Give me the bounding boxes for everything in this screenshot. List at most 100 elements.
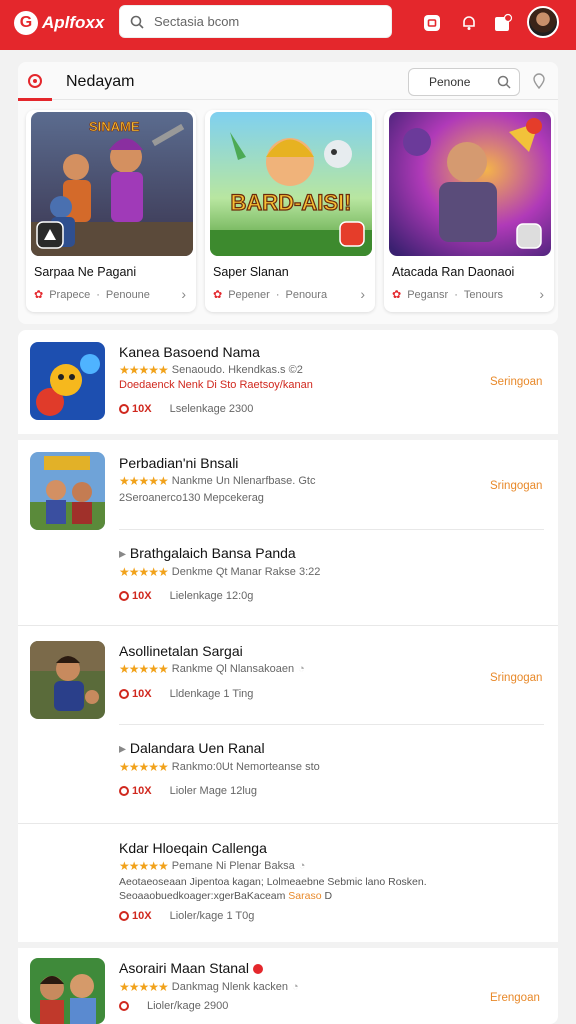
list-item[interactable]: ▸ Brathgalaich Bansa Panda ★★★★★ Denkme … [18,530,558,622]
search-bar[interactable] [119,5,392,38]
app-size: Lioler Mage 12lug [169,785,258,797]
list-item[interactable]: Asorairi Maan Stanal ★★★★★ Dankmag Nlenk… [18,948,558,1024]
featured-card[interactable]: Atacada Ran Daonaoi ✿ Pegansr · Tenours … [384,110,554,312]
square-icon[interactable] [421,12,443,34]
app-stats: 10X Lselenkage 2300 [119,403,253,415]
tab-indicator [18,98,52,101]
search-icon [130,15,144,29]
app-name: Perbadian'ni Bnsali [119,455,239,471]
app-size: Lioler/kage 2900 [147,1000,229,1012]
app-name: Kanea Basoend Nama [119,344,260,360]
play-icon: ▸ [119,545,130,561]
app-subline: 2Seroanerco130 Mepcekerag [119,492,264,504]
app-stats: 10X Lielenkage 12:0g [119,590,253,602]
list-item[interactable]: Kdar Hloeqain Callenga ★★★★★ Pemane Ni P… [18,824,558,940]
search-input[interactable] [154,14,374,29]
install-button[interactable]: Sringogan [490,480,542,492]
download-value: 10X [132,910,152,922]
verified-icon: ◔ [298,860,306,872]
top-bar: G Aplfoxx [0,0,576,50]
rating-text: Pemane Ni Plenar Baksa [171,860,295,872]
tab-featured[interactable] [18,62,52,100]
rating-text: Denkme Qt Manar Rakse 3:22 [171,566,321,578]
app-description: Aeotaeoseaan Jipentoa kagan; Lolmeaebne … [119,876,427,888]
bookmark-icon[interactable] [492,12,514,34]
flower-icon: ✿ [392,289,402,301]
download-count: 10X [119,403,152,415]
desc-highlight: Saraso [288,890,322,902]
featured-card[interactable]: SINAME Sarpaa Ne Pagani ✿ Prapece · Peno… [26,110,196,312]
card-meta: ✿ Prapece · Penoune [34,288,150,302]
pin-icon[interactable] [532,73,546,94]
list-item[interactable]: Kanea Basoend Nama ★★★★★ Senaoudo. Hkend… [18,330,558,434]
rating-text: Rankmo:0Ut Nemorteanse sto [171,761,320,773]
desc-prefix: Seoaaobuedkoager:xgerBaKaceam [119,890,286,902]
app-rating: ★★★★★ Rankmo:0Ut Nemorteanse sto [119,760,320,774]
chevron-right-icon[interactable]: › [360,286,365,302]
app-size: Lldenkage 1 Ting [169,688,254,700]
app-name: Aplfoxx [42,13,105,32]
list-item[interactable]: ▸ Dalandara Uen Ranal ★★★★★ Rankmo:0Ut N… [18,725,558,823]
download-value: 10X [132,785,152,797]
star-rating-icon: ★★★★★ [119,565,169,579]
download-icon [119,786,129,796]
app-icon [30,452,105,530]
app-icon [30,641,105,719]
download-count: 10X [119,785,152,797]
chevron-right-icon[interactable]: › [181,286,186,302]
filter-label: Penone [429,75,471,89]
game-art: SINAME [31,112,193,256]
rating-text: Rankme Ql Nlansakoaen [171,663,295,675]
card-meta: ✿ Pepener · Penoura [213,288,327,302]
app-list: Kanea Basoend Nama ★★★★★ Senaoudo. Hkend… [18,330,558,1024]
play-icon: ▸ [119,740,130,756]
app-rating: ★★★★★ Denkme Qt Manar Rakse 3:22 [119,565,320,579]
app-rating: ★★★★★ Dankmag Nlenk kacken ◔ [119,980,299,994]
list-item[interactable]: Perbadian'ni Bnsali ★★★★★ Nankme Un Nlen… [18,440,558,530]
chevron-right-icon[interactable]: › [539,286,544,302]
app-icon [30,342,105,420]
card-meta-right: Tenours [463,288,504,301]
verified-icon: ◔ [291,981,299,993]
app-subline: Doedaenck Nenk Di Sto Raetsoy/kanan [119,379,313,391]
app-stats: Lioler/kage 2900 [119,1000,228,1012]
target-icon [28,74,42,88]
card-meta-right: Penoune [105,288,150,301]
verified-icon: ◔ [298,663,305,675]
app-rating: ★★★★★ Pemane Ni Plenar Baksa ◔ [119,859,305,873]
art-title: BARD-AISI! [231,190,352,215]
install-button[interactable]: Sringogan [490,672,542,684]
app-rating: ★★★★★ Rankme Ql Nlansakoaen ◔ [119,662,305,676]
card-meta-left: Prapece [49,288,91,301]
user-avatar[interactable] [527,6,559,38]
bell-icon[interactable] [458,12,480,34]
download-count: 10X [119,910,152,922]
download-icon [119,911,129,921]
search-icon [497,75,511,89]
filter-button[interactable]: Penone [408,68,520,96]
desc-suffix: D [324,890,333,902]
app-size: Lielenkage 12:0g [169,590,254,602]
download-count: 10X [119,590,152,602]
meta-separator: · [96,288,100,301]
app-logo[interactable]: G Aplfoxx [14,11,104,35]
featured-card[interactable]: BARD-AISI! Saper Slanan ✿ Pepener · Peno… [205,110,375,312]
app-name: ▸ Brathgalaich Bansa Panda [119,545,296,562]
app-name: Asollinetalan Sargai [119,643,243,659]
app-name-text: Asorairi Maan Stanal [119,960,249,976]
download-value: 10X [132,403,152,415]
install-button[interactable]: Seringoan [490,376,542,388]
logo-mark-icon: G [14,11,38,35]
download-icon [119,591,129,601]
install-button[interactable]: Erengoan [490,992,540,1004]
star-rating-icon: ★★★★★ [119,859,169,873]
app-stats: 10X Lldenkage 1 Ting [119,688,253,700]
star-rating-icon: ★★★★★ [119,474,169,488]
app-description-line2: Seoaaobuedkoager:xgerBaKaceam Saraso D [119,890,332,902]
divider [52,99,558,100]
rating-text: Senaoudo. Hkendkas.s ©2 [171,364,303,376]
list-item[interactable]: Asollinetalan Sargai ★★★★★ Rankme Ql Nla… [18,626,558,724]
download-icon [119,689,129,699]
card-meta: ✿ Pegansr · Tenours [392,288,504,302]
app-name-text: Dalandara Uen Ranal [129,740,265,756]
